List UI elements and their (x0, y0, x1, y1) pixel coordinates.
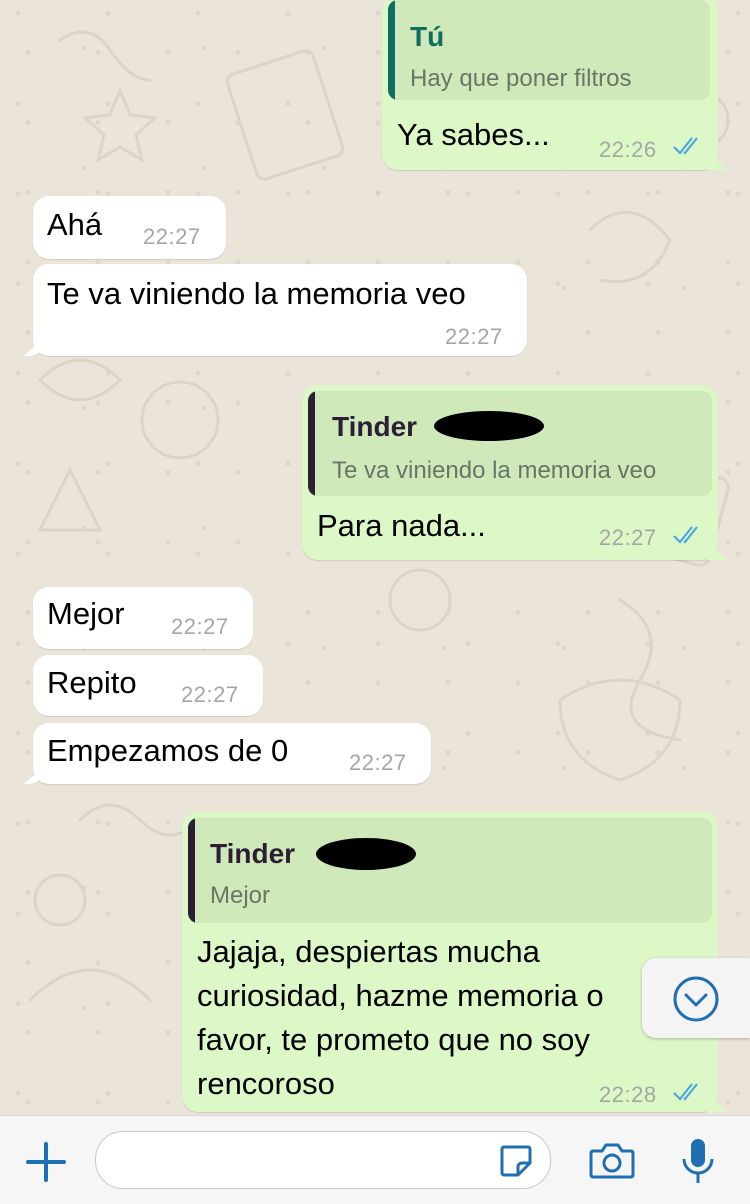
message-bubble-outgoing[interactable]: Tinder Te va viniendo la memoria veo Par… (302, 385, 718, 560)
double-check-icon (673, 137, 698, 155)
scroll-to-bottom-button[interactable] (642, 958, 750, 1038)
message-bubble-incoming[interactable]: Mejor 22:27 (33, 587, 253, 649)
message-bubble-outgoing[interactable]: Tú Hay que poner filtros Ya sabes... 22:… (382, 0, 718, 170)
message-time: 22:27 (445, 324, 503, 349)
message-bubble-incoming[interactable]: Te va viniendo la memoria veo 22:27 (33, 264, 527, 356)
plus-icon[interactable] (26, 1142, 66, 1182)
message-time: 22:27 (349, 750, 407, 775)
double-check-icon (673, 526, 698, 544)
double-check-icon (673, 1083, 698, 1101)
sticker-icon[interactable] (498, 1143, 534, 1179)
quote-text: Mejor (210, 882, 271, 909)
composer-bar (0, 1115, 750, 1204)
message-time: 22:27 (143, 224, 201, 249)
quote-author: Tú (410, 21, 445, 52)
quote-bar (388, 0, 395, 100)
message-text: Ya sabes... (397, 117, 550, 152)
redacted-name-mark (316, 838, 416, 870)
message-bubble-outgoing[interactable]: Tinder Mejor Jajaja, despiertas mucha cu… (182, 812, 718, 1112)
reply-quote[interactable]: Tinder Te va viniendo la memoria veo (308, 391, 712, 496)
chat-area[interactable]: Tú Hay que poner filtros Ya sabes... 22:… (0, 0, 750, 1115)
quote-bar (188, 818, 195, 923)
quote-text: Hay que poner filtros (410, 65, 632, 92)
message-text: Repito (47, 665, 137, 700)
reply-quote[interactable]: Tú Hay que poner filtros (388, 0, 710, 100)
message-text: Te va viniendo la memoria veo (47, 276, 466, 311)
quote-author: Tinder (210, 838, 296, 869)
reply-quote[interactable]: Tinder Mejor (188, 818, 712, 923)
chevron-down-circle-icon (673, 976, 719, 1022)
message-text: Mejor (47, 596, 125, 631)
message-time: 22:27 (181, 682, 239, 707)
quote-author: Tinder (332, 411, 418, 442)
quote-text: Te va viniendo la memoria veo (332, 457, 657, 484)
message-bubble-incoming[interactable]: Empezamos de 0 22:27 (33, 723, 431, 784)
message-text: Jajaja, despiertas mucha curiosidad, haz… (197, 934, 604, 1101)
message-time: 22:26 (599, 137, 657, 162)
message-bubble-incoming[interactable]: Ahá 22:27 (33, 196, 226, 259)
message-text: Para nada... (317, 508, 486, 543)
message-bubble-incoming[interactable]: Repito 22:27 (33, 655, 263, 716)
message-input[interactable] (95, 1131, 551, 1189)
message-time: 22:27 (171, 614, 229, 639)
camera-icon[interactable] (589, 1141, 635, 1181)
message-time: 22:27 (599, 525, 657, 550)
message-time: 22:28 (599, 1082, 657, 1107)
microphone-icon[interactable] (680, 1137, 716, 1187)
redacted-name-mark (434, 411, 544, 441)
message-text: Ahá (47, 207, 103, 242)
quote-bar (308, 391, 315, 496)
message-text: Empezamos de 0 (47, 733, 289, 768)
